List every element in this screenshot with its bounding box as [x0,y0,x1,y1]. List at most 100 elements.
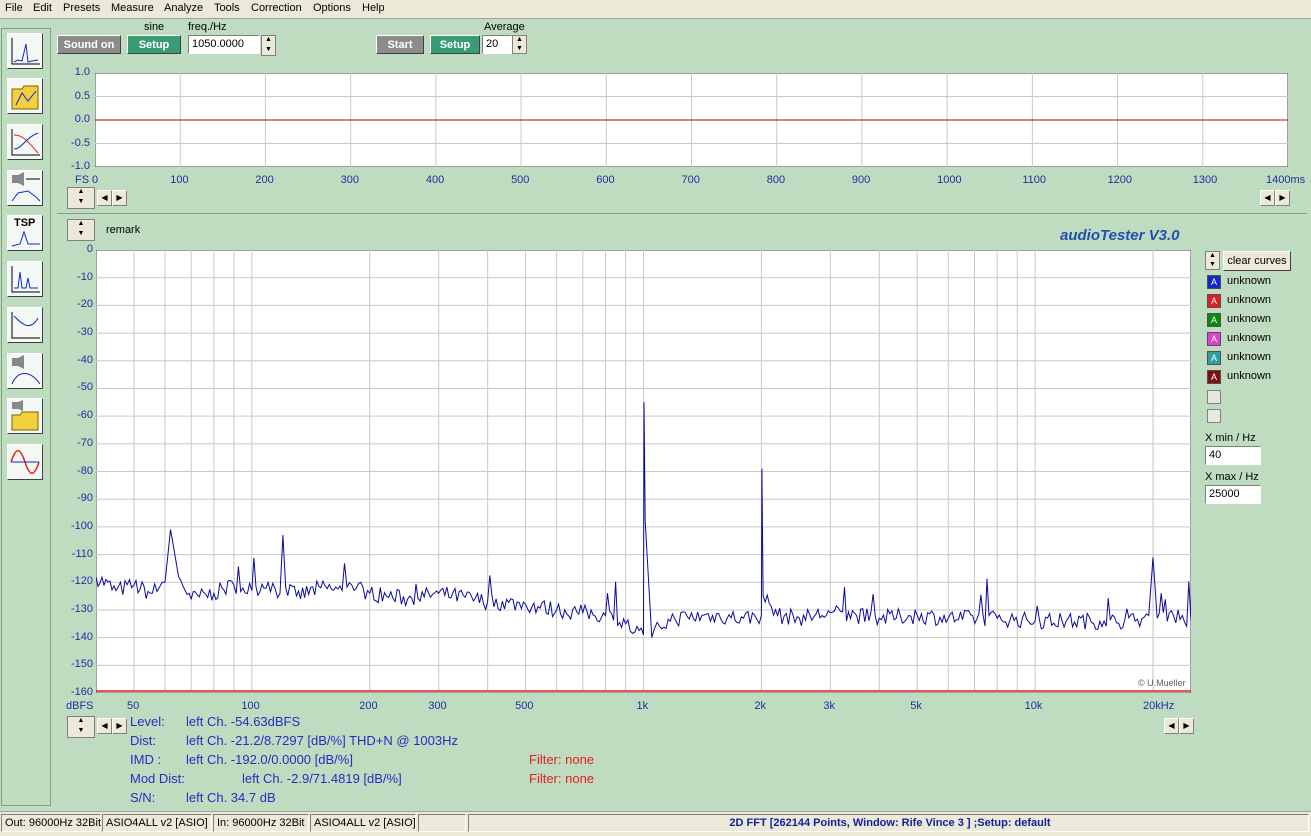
spectrum-y-tick: -150 [70,658,93,671]
scope-x-tick: 1400ms [1266,174,1306,186]
curve-color-icon[interactable]: A [1207,351,1221,365]
spectrum-x-tick: 1k [636,700,649,712]
imd-label: IMD : [130,752,162,767]
fft-spectrum-icon[interactable] [7,261,43,297]
status-spacer [418,814,466,832]
open-speaker-file-icon[interactable] [7,398,43,434]
xmax-input[interactable]: 25000 [1205,485,1261,504]
sn-label: S/N: [130,790,156,805]
app-brand: audioTester V3.0 [1060,227,1180,244]
scope-x-tick: 1000 [937,174,962,186]
legend-item-label: unknown [1227,370,1272,382]
status-mode: 2D FFT [262144 Points, Window: Rife Vinc… [468,814,1309,832]
scope-x-tick: 1100 [1022,174,1046,186]
spectrum-y-tick: -50 [77,381,93,394]
open-folder-icon[interactable] [7,78,43,114]
spectrum-zoom-left-button[interactable]: ◀ [1164,718,1179,734]
xmin-input[interactable]: 40 [1205,446,1261,465]
speaker-response-icon[interactable] [7,170,43,206]
scope-scroll-left-button[interactable]: ◀ [97,190,112,206]
spectrum-y-tick: -160 [70,686,93,698]
frequency-response-icon[interactable] [7,307,43,343]
bode-plot-icon[interactable] [7,124,43,160]
average-input[interactable]: 20 [482,35,512,54]
spectrum-y-tick: 0 [86,243,93,255]
sn-value: left Ch. 34.7 dB [186,790,276,805]
curve-color-icon[interactable]: A [1207,275,1221,289]
spectrum-x-tick: 100 [241,700,260,712]
spectrum-y-tick: -100 [70,519,93,532]
y-unit-label: dBFS [66,700,94,712]
curve-color-icon[interactable]: A [1207,294,1221,308]
spectrum-zoom-right-button[interactable]: ▶ [1179,718,1194,734]
spectrum-y-tick: -20 [77,298,93,311]
frequency-input[interactable]: 1050.0000 [188,35,260,54]
spectrum-y-tick: -80 [77,464,93,477]
spectrum-y-tick: -130 [70,602,93,615]
legend-empty-slot[interactable] [1207,390,1221,404]
legend-item-label: unknown [1227,275,1272,287]
frequency-spinner[interactable]: ▲ ▼ [261,35,276,56]
menu-edit[interactable]: Edit [33,2,52,14]
curve-color-icon[interactable]: A [1207,370,1221,384]
spectrum-x-tick: 10k [1024,700,1043,712]
menu-correction[interactable]: Correction [251,2,302,14]
scope-y-spinner[interactable]: ▲ ▼ [67,187,95,209]
curve-color-icon[interactable]: A [1207,313,1221,327]
spectrum-scroll-left-button[interactable]: ◀ [97,718,112,734]
spectrum-plot [96,250,1191,693]
menu-file[interactable]: File [5,2,23,14]
menu-help[interactable]: Help [362,2,385,14]
legend-item[interactable]: Aunknown [1207,350,1287,366]
sine-wave-icon[interactable] [7,444,43,480]
clear-curves-button[interactable]: clear curves [1223,251,1291,271]
menu-presets[interactable]: Presets [63,2,100,14]
menu-measure[interactable]: Measure [111,2,154,14]
imd-filter: Filter: none [529,752,595,767]
legend-item-label: unknown [1227,332,1272,344]
scope-zoom-left-button[interactable]: ◀ [1260,190,1275,206]
tsp-icon[interactable]: TSP [7,215,43,251]
spectrum-x-tick: 2k [754,700,767,712]
scope-x-tick: 500 [511,174,530,186]
spectrum-scroll-right-button[interactable]: ▶ [112,718,127,734]
start-button[interactable]: Start [376,35,424,54]
speaker-rolloff-icon[interactable] [7,353,43,389]
scope-y-tick: 0.0 [74,113,90,125]
curve-color-icon[interactable]: A [1207,332,1221,346]
menu-bar: File Edit Presets Measure Analyze Tools … [0,0,1311,19]
scope-scroll-right-button[interactable]: ▶ [112,190,127,206]
mod-dist-value: left Ch. -2.9/71.4819 [dB/%] [242,771,402,786]
level-value: left Ch. -54.63dBFS [186,714,301,729]
scope-zoom-right-button[interactable]: ▶ [1275,190,1290,206]
menu-analyze[interactable]: Analyze [164,2,203,14]
legend-empty-slot[interactable] [1207,409,1221,423]
analyzer-setup-button[interactable]: Setup [430,35,480,54]
curve-select-spinner[interactable]: ▲ ▼ [1205,251,1220,270]
scope-fft-icon[interactable] [7,33,43,69]
status-output-format: Out: 96000Hz 32Bit [1,814,101,832]
legend-item[interactable]: Aunknown [1207,312,1287,328]
legend-item[interactable]: Aunknown [1207,369,1287,385]
menu-options[interactable]: Options [313,2,351,14]
scope-x-tick: 800 [766,174,786,186]
results-spinner[interactable]: ▲ ▼ [67,716,95,738]
sound-on-button[interactable]: Sound on [57,35,121,54]
legend-item[interactable]: Aunknown [1207,274,1287,290]
scope-x-tick: 600 [596,174,615,186]
xmax-label: X max / Hz [1205,471,1259,483]
scope-y-tick: -1.0 [71,160,90,172]
scope-x-tick: 900 [851,174,871,186]
spectrum-y-spinner[interactable]: ▲ ▼ [67,219,95,241]
scope-x-tick: 1200 [1107,174,1133,186]
legend-item[interactable]: Aunknown [1207,293,1287,309]
average-spinner[interactable]: ▲ ▼ [512,35,527,54]
scope-x-tick: 700 [681,174,700,186]
legend-item[interactable]: Aunknown [1207,331,1287,347]
legend-item-label: unknown [1227,351,1272,363]
menu-tools[interactable]: Tools [214,2,240,14]
copyright-watermark: © U.Mueller [1138,678,1186,688]
scope-y-tick: 1.0 [74,66,90,78]
generator-setup-button[interactable]: Setup [127,35,181,54]
spectrum-y-tick: -30 [77,326,93,339]
